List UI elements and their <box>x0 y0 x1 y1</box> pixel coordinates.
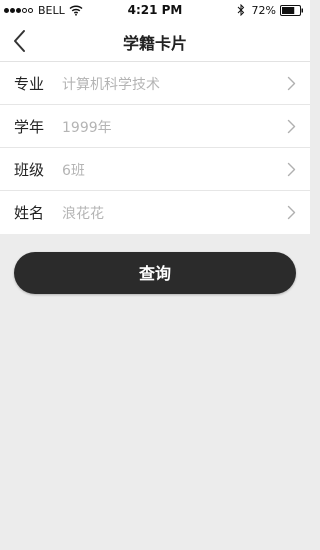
page-title: 学籍卡片 <box>122 34 187 53</box>
status-right: 72% <box>237 3 304 17</box>
battery-percent: 72% <box>251 3 276 17</box>
name-value: 浪花花 <box>62 206 104 222</box>
chevron-right-icon <box>287 119 296 134</box>
name-row[interactable]: 姓名 浪花花 <box>0 191 310 234</box>
chevron-right-icon <box>287 205 296 220</box>
school-year-row[interactable]: 学年 1999年 <box>0 105 310 148</box>
student-record-form: 专业 计算机科学技术 学年 1999年 班级 6班 姓名 浪花花 <box>0 62 310 234</box>
class-label: 班级 <box>14 161 45 179</box>
status-bar: BELL 4:21 PM 72% <box>0 0 310 20</box>
battery-icon <box>280 4 303 16</box>
chevron-right-icon <box>287 76 296 91</box>
nav-bar: 学籍卡片 <box>0 20 310 62</box>
major-row[interactable]: 专业 计算机科学技术 <box>0 62 310 105</box>
class-value: 6班 <box>62 163 85 179</box>
major-value: 计算机科学技术 <box>62 77 160 93</box>
school-year-label: 学年 <box>14 118 45 136</box>
query-button[interactable]: 查询 <box>14 252 296 294</box>
chevron-right-icon <box>287 162 296 177</box>
school-year-value: 1999年 <box>62 120 112 136</box>
class-row[interactable]: 班级 6班 <box>0 148 310 191</box>
major-label: 专业 <box>14 75 45 93</box>
name-label: 姓名 <box>14 204 45 222</box>
bluetooth-icon <box>237 4 244 16</box>
